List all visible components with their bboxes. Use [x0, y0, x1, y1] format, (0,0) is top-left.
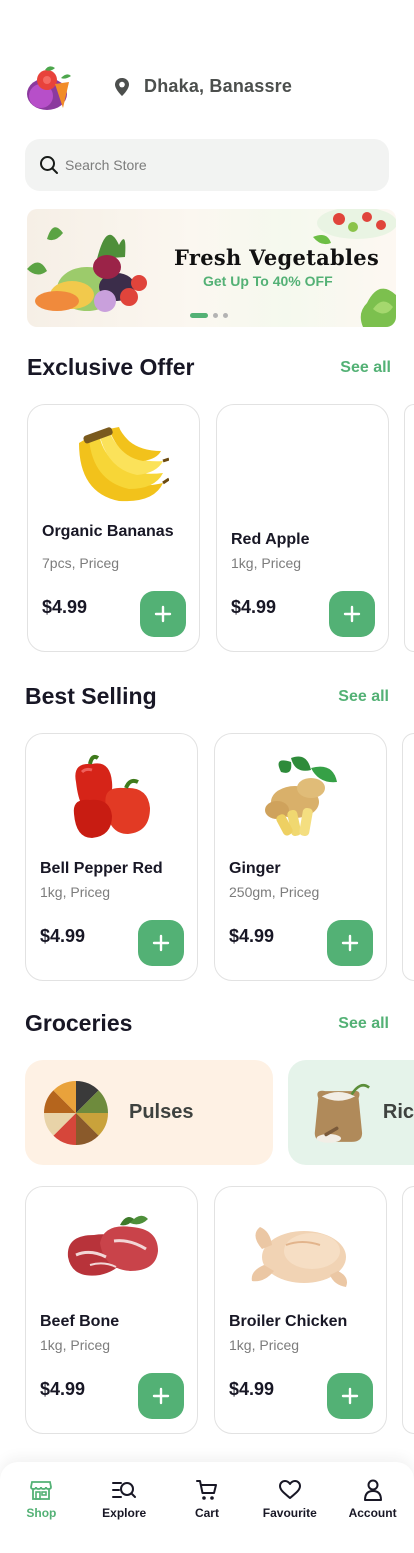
search-input[interactable] — [65, 157, 345, 173]
product-price: $4.99 — [40, 1379, 86, 1399]
best-selling-header: Best Selling See all — [25, 683, 389, 710]
nav-item-cart[interactable]: Cart — [172, 1478, 242, 1520]
groceries-header: Groceries See all — [25, 1010, 389, 1037]
search-bar[interactable] — [25, 139, 389, 191]
section-title: Groceries — [25, 1010, 133, 1036]
product-card-peek[interactable] — [402, 1186, 414, 1434]
pagination-dot[interactable] — [213, 313, 218, 318]
location-selector[interactable]: Dhaka, Banassre — [112, 76, 292, 97]
add-to-cart-button[interactable] — [327, 1373, 373, 1419]
nav-label: Favourite — [262, 1506, 317, 1520]
ginger-image — [215, 752, 386, 842]
product-card-peek[interactable] — [404, 404, 414, 652]
cart-icon — [195, 1480, 217, 1500]
category-label: Pulses — [129, 1101, 194, 1123]
red-apple-image — [217, 423, 388, 513]
banner-title: Fresh Vegetables — [174, 245, 380, 270]
rice-sack-image — [314, 1083, 370, 1143]
see-all-link[interactable]: See all — [338, 688, 389, 706]
section-title: Exclusive Offer — [27, 354, 195, 380]
search-icon — [40, 156, 58, 174]
product-card[interactable]: Beef Bone 1kg, Priceg $4.99 — [25, 1186, 198, 1434]
beef-image — [26, 1205, 197, 1295]
plus-icon — [152, 934, 170, 952]
chicken-image — [215, 1205, 386, 1295]
see-all-link[interactable]: See all — [340, 359, 391, 377]
product-name: Ginger — [229, 860, 281, 877]
product-card-peek[interactable] — [402, 733, 414, 981]
product-meta: 1kg, Priceg — [231, 555, 302, 571]
explore-icon — [112, 1482, 137, 1498]
product-card[interactable]: Broiler Chicken 1kg, Priceg $4.99 — [214, 1186, 387, 1434]
product-name: Red Apple — [231, 531, 310, 548]
plus-icon — [341, 934, 359, 952]
bell-pepper-image — [26, 752, 197, 842]
product-price: $4.99 — [229, 926, 275, 946]
section-title: Best Selling — [25, 683, 157, 709]
plus-icon — [154, 605, 172, 623]
product-name: Bell Pepper Red — [40, 860, 163, 877]
banner-pagination[interactable] — [190, 313, 228, 318]
app-logo — [25, 64, 73, 112]
plus-icon — [343, 605, 361, 623]
product-meta: 1kg, Priceg — [40, 884, 111, 900]
category-label: Ric — [382, 1101, 414, 1123]
pulses-image — [44, 1080, 108, 1145]
user-icon — [363, 1479, 382, 1501]
nav-item-explore[interactable]: Explore — [89, 1478, 159, 1520]
add-to-cart-button[interactable] — [327, 920, 373, 966]
product-name: Beef Bone — [40, 1313, 120, 1330]
nav-label: Account — [348, 1506, 397, 1520]
heart-icon — [278, 1480, 301, 1499]
product-name: Broiler Chicken — [229, 1313, 348, 1330]
product-price: $4.99 — [40, 926, 86, 946]
store-icon — [30, 1481, 53, 1500]
nav-label: Cart — [194, 1506, 219, 1520]
pagination-dot-active[interactable] — [190, 313, 208, 318]
nav-label: Explore — [102, 1506, 147, 1520]
product-meta: 1kg, Priceg — [40, 1337, 111, 1353]
fruit-logo-icon — [27, 66, 71, 110]
product-meta: 250gm, Priceg — [229, 884, 320, 900]
category-card-pulses[interactable]: Pulses — [25, 1060, 273, 1165]
banana-image — [28, 423, 199, 513]
product-price: $4.99 — [231, 597, 277, 617]
product-name: Organic Bananas — [42, 523, 174, 540]
product-card[interactable]: Bell Pepper Red 1kg, Priceg $4.99 — [25, 733, 198, 981]
plus-icon — [152, 1387, 170, 1405]
banner-subtitle: Get Up To 40% OFF — [203, 273, 333, 289]
product-card[interactable]: Organic Bananas 7pcs, Priceg $4.99 — [27, 404, 200, 652]
add-to-cart-button[interactable] — [140, 591, 186, 637]
pagination-dot[interactable] — [223, 313, 228, 318]
map-pin-icon — [115, 77, 129, 96]
product-card[interactable]: Ginger 250gm, Priceg $4.99 — [214, 733, 387, 981]
see-all-link[interactable]: See all — [338, 1015, 389, 1033]
exclusive-offer-header: Exclusive Offer See all — [27, 354, 391, 381]
nav-label: Shop — [26, 1506, 57, 1520]
nav-item-favourite[interactable]: Favourite — [255, 1478, 325, 1520]
plus-icon — [341, 1387, 359, 1405]
nav-item-account[interactable]: Account — [338, 1478, 408, 1520]
location-text: Dhaka, Banassre — [144, 76, 293, 96]
product-card[interactable]: Red Apple 1kg, Priceg $4.99 — [216, 404, 389, 652]
nav-item-shop[interactable]: Shop — [6, 1478, 76, 1520]
add-to-cart-button[interactable] — [329, 591, 375, 637]
promo-banner[interactable]: Fresh Vegetables Get Up To 40% OFF — [27, 209, 396, 327]
product-price: $4.99 — [42, 597, 88, 617]
product-meta: 1kg, Priceg — [229, 1337, 300, 1353]
product-price: $4.99 — [229, 1379, 275, 1399]
add-to-cart-button[interactable] — [138, 1373, 184, 1419]
product-meta: 7pcs, Priceg — [42, 555, 120, 571]
add-to-cart-button[interactable] — [138, 920, 184, 966]
category-card-rice[interactable]: Ric — [288, 1060, 414, 1165]
bottom-nav: Shop Explore Cart Favourite Account — [0, 1462, 414, 1553]
